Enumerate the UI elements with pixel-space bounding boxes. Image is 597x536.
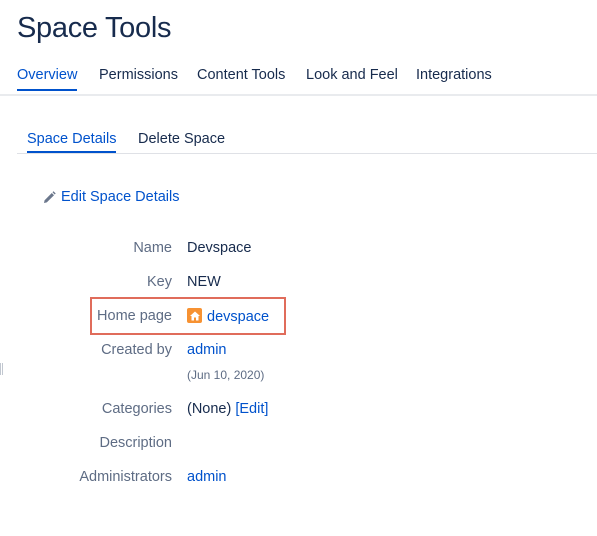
key-label: Key bbox=[147, 274, 172, 290]
resize-handle[interactable] bbox=[0, 362, 4, 375]
created-by-user-link[interactable]: admin bbox=[187, 342, 227, 358]
tab-look-and-feel[interactable]: Look and Feel bbox=[306, 67, 398, 83]
created-date: (Jun 10, 2020) bbox=[187, 368, 265, 382]
categories-label: Categories bbox=[101, 401, 172, 417]
tab-permissions[interactable]: Permissions bbox=[99, 67, 178, 83]
home-page-label: Home page bbox=[97, 308, 172, 324]
created-by-label: Created by bbox=[101, 342, 172, 358]
name-value: Devspace bbox=[187, 240, 252, 256]
tab-space-details[interactable]: Space Details bbox=[27, 131, 117, 153]
categories-text: (None) bbox=[187, 401, 232, 417]
tab-overview[interactable]: Overview bbox=[17, 67, 78, 91]
administrators-label: Administrators bbox=[79, 469, 172, 485]
edit-categories-link[interactable]: [Edit] bbox=[235, 401, 268, 417]
categories-value: (None) [Edit] bbox=[187, 401, 268, 417]
pencil-icon bbox=[44, 190, 56, 203]
name-label: Name bbox=[133, 240, 172, 256]
edit-space-details-link[interactable]: Edit Space Details bbox=[43, 189, 179, 205]
tab-content-tools[interactable]: Content Tools bbox=[197, 67, 285, 83]
home-page-icon bbox=[187, 308, 202, 323]
main-tab-bar: Overview Permissions Content Tools Look … bbox=[0, 64, 597, 96]
administrators-user-link[interactable]: admin bbox=[187, 469, 227, 485]
home-page-value[interactable]: devspace bbox=[187, 308, 269, 325]
page-title: Space Tools bbox=[17, 12, 172, 44]
edit-space-details-label: Edit Space Details bbox=[61, 189, 180, 205]
tab-integrations[interactable]: Integrations bbox=[416, 67, 492, 83]
sub-tab-bar: Space Details Delete Space bbox=[17, 128, 597, 154]
home-page-link[interactable]: devspace bbox=[207, 309, 269, 325]
description-label: Description bbox=[99, 435, 172, 451]
tab-delete-space[interactable]: Delete Space bbox=[138, 131, 225, 147]
key-value: NEW bbox=[187, 274, 221, 290]
